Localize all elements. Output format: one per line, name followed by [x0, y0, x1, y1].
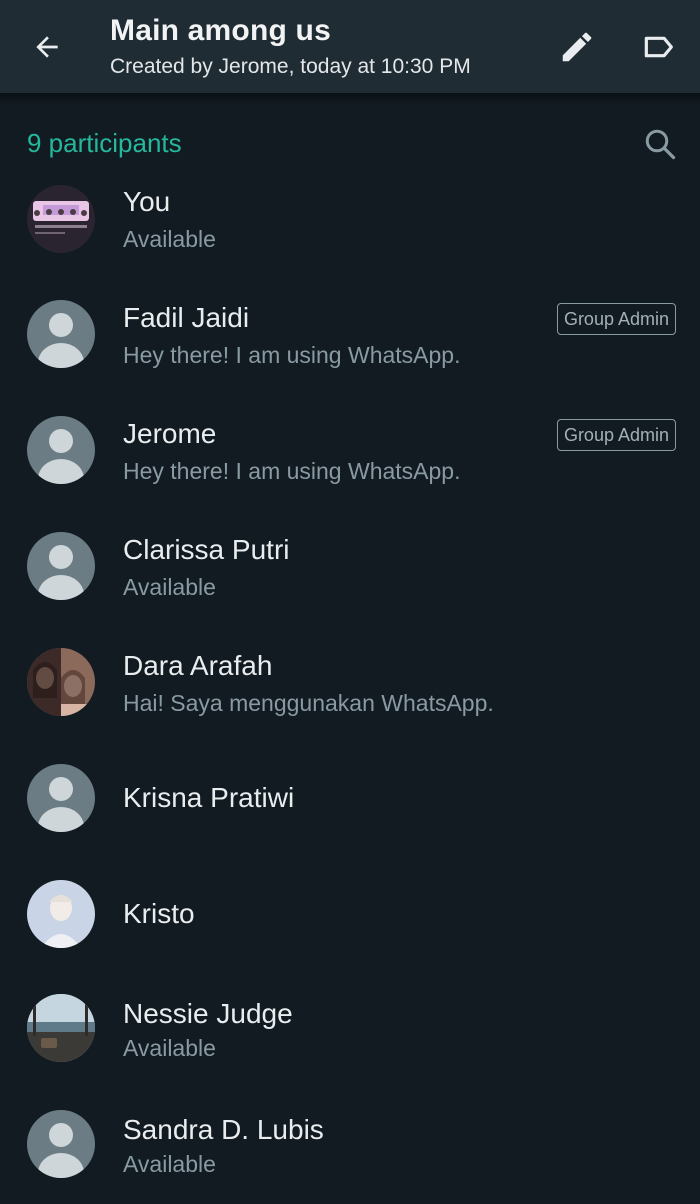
avatar[interactable]	[27, 994, 95, 1062]
avatar[interactable]	[27, 416, 95, 484]
label-button[interactable]	[636, 24, 682, 70]
participants-count: 9 participants	[27, 128, 182, 158]
participant-name: Sandra D. Lubis	[123, 1114, 324, 1145]
participant-name: Fadil Jaidi	[123, 302, 250, 333]
participant-row[interactable]: Jerome Hey there! I am using WhatsApp. G…	[0, 392, 700, 508]
participant-name: Clarissa Putri	[123, 534, 290, 565]
default-avatar-icon	[49, 777, 73, 801]
group-admin-badge: Group Admin	[556, 419, 676, 451]
avatar[interactable]	[27, 764, 95, 832]
participant-status: Available	[123, 1151, 216, 1177]
participant-row[interactable]: Dara Arafah Hai! Saya menggunakan WhatsA…	[0, 624, 700, 740]
participant-name: Dara Arafah	[123, 650, 273, 681]
participant-status: Available	[123, 226, 216, 252]
arrow-left-icon	[36, 36, 58, 58]
default-avatar-icon	[49, 429, 73, 453]
participant-status: Hai! Saya menggunakan WhatsApp.	[123, 690, 494, 716]
group-title[interactable]: Main among us	[110, 14, 331, 48]
participant-status: Hey there! I am using WhatsApp.	[123, 458, 461, 484]
edit-button[interactable]	[554, 24, 600, 70]
participant-name: Krisna Pratiwi	[123, 782, 295, 813]
back-button[interactable]	[24, 24, 70, 70]
participant-row[interactable]: Fadil Jaidi Hey there! I am using WhatsA…	[0, 276, 700, 392]
participant-status: Available	[123, 1035, 216, 1061]
label-tag-icon	[644, 36, 673, 58]
app-bar-shadow	[0, 93, 700, 103]
app-bar: Main among us Created by Jerome, today a…	[0, 0, 700, 93]
avatar[interactable]	[27, 1110, 95, 1178]
avatar[interactable]	[27, 300, 95, 368]
participant-row[interactable]: You Available	[0, 160, 700, 276]
avatar[interactable]	[27, 880, 95, 948]
participant-name: You	[123, 186, 171, 217]
participant-row[interactable]: Krisna Pratiwi	[0, 740, 700, 856]
default-avatar-icon	[49, 545, 73, 569]
default-avatar-icon	[49, 1123, 73, 1147]
participant-row[interactable]: Sandra D. Lubis Available	[0, 1088, 700, 1204]
avatar[interactable]	[27, 532, 95, 600]
participant-status: Hey there! I am using WhatsApp.	[123, 342, 461, 368]
group-admin-badge: Group Admin	[556, 303, 676, 335]
participant-row[interactable]: Clarissa Putri Available	[0, 508, 700, 624]
participant-name: Kristo	[123, 898, 195, 929]
avatar[interactable]	[27, 648, 95, 716]
default-avatar-icon	[49, 313, 73, 337]
avatar[interactable]	[27, 185, 95, 253]
participant-row[interactable]: Kristo	[0, 856, 700, 972]
group-subtitle: Created by Jerome, today at 10:30 PM	[110, 55, 471, 78]
participant-row[interactable]: Nessie Judge Available	[0, 972, 700, 1088]
search-icon	[645, 129, 676, 160]
participant-name: Jerome	[123, 418, 217, 449]
participant-status: Available	[123, 574, 216, 600]
participant-name: Nessie Judge	[123, 998, 293, 1029]
pencil-icon	[562, 32, 592, 62]
